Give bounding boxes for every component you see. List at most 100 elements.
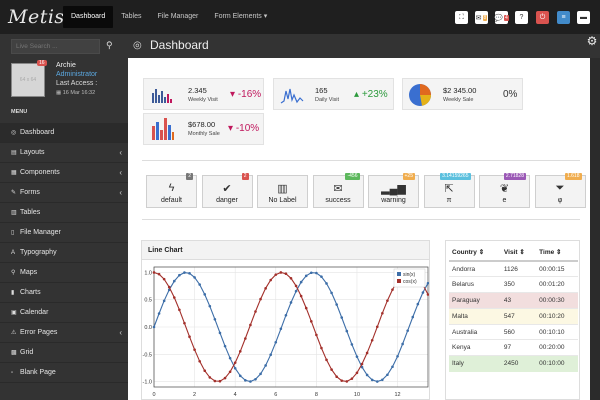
nav-tables[interactable]: Tables — [113, 6, 149, 28]
sidebar-item-tables[interactable]: ▥ Tables — [0, 203, 128, 223]
stat-value: 165 — [315, 86, 328, 95]
nav-file-manager[interactable]: File Manager — [149, 6, 206, 28]
sidebar-item-grid[interactable]: ▩ Grid — [0, 343, 128, 363]
col-country[interactable]: Country ⇕ — [449, 244, 501, 262]
search-icon[interactable]: ⚲ — [106, 40, 113, 51]
quick-button-8[interactable]: ⏷ φ 1.618 — [534, 173, 586, 208]
data-point-cos — [360, 362, 364, 366]
data-point-cos — [172, 296, 176, 299]
notification-badge: 8 — [482, 14, 488, 21]
quick-button-5[interactable]: ▂▄▆ warning +25 — [368, 173, 419, 208]
quick-button-6[interactable]: ⇱ π 3.14159265 — [423, 173, 475, 208]
col-time[interactable]: Time ⇕ — [536, 244, 578, 262]
power-button[interactable]: ⏻ — [536, 11, 549, 24]
data-point-cos — [218, 379, 222, 383]
comment-button[interactable]: ▬ — [577, 11, 590, 24]
sidebar-item-components[interactable]: ▦ Components ‹ — [0, 163, 128, 183]
data-point-cos — [244, 337, 247, 340]
quick-button-label: No Label — [268, 197, 297, 204]
calendar-icon: ▦ — [56, 90, 63, 96]
sidebar-item-forms[interactable]: ✎ Forms ‹ — [0, 183, 128, 203]
quick-button-1[interactable]: ϟ default 2 — [146, 173, 197, 208]
table-row: Australia 560 00:10:10 — [449, 323, 578, 340]
user-panel: 64 x 64 16 Archie Administrator Last Acc… — [11, 59, 128, 103]
quick-button-label: danger — [216, 197, 238, 204]
data-point-cos — [259, 297, 262, 301]
quick-button-3[interactable]: ▥ No Label — [257, 175, 308, 208]
data-point-sin — [152, 325, 156, 329]
sidebar-item-file-manager[interactable]: ▯ File Manager — [0, 223, 128, 243]
data-point-sin — [183, 271, 186, 274]
avatar[interactable]: 64 x 64 — [11, 63, 45, 97]
gear-icon[interactable]: ⚙ — [584, 34, 600, 50]
sidebar-item-calendar[interactable]: ▣ Calendar — [0, 303, 128, 323]
sidebar-item-typography[interactable]: A Typography — [0, 243, 128, 263]
envelope-button[interactable]: ✉ 8 — [475, 11, 488, 24]
data-point-cos — [370, 338, 374, 342]
data-point-sin — [411, 315, 415, 319]
data-point-sin — [421, 291, 425, 294]
font-icon: A — [11, 250, 16, 256]
monthly-sale-sparkbar — [152, 118, 174, 140]
stat-weekly-visit: 2.345 Weekly Visit ▾ -16% — [143, 78, 264, 110]
chevron-left-icon: ‹ — [119, 168, 122, 177]
col-visit[interactable]: Visit ⇕ — [500, 244, 537, 262]
file-icon: ▯ — [11, 230, 15, 236]
sidebar: ⚲ 64 x 64 16 Archie Administrator Last A… — [0, 34, 128, 400]
line-chart-panel: Line Chart 0 2 4 6 8 10 12 1.0 0.5 0.0 -0.5 -1.0 sin… — [141, 240, 430, 400]
quick-button-label: φ — [557, 197, 563, 204]
stat-change-text: -16% — [237, 89, 262, 100]
quick-button-7[interactable]: ❦ e 2.71828 — [479, 173, 530, 208]
list-button[interactable]: ≡ — [557, 11, 570, 24]
nav-form-elements[interactable]: Form Elements ▾ — [206, 6, 275, 28]
cell-visit: 560 — [500, 323, 537, 340]
quick-button-4[interactable]: ✉ success -456 — [312, 173, 364, 208]
x-tick-label: 0 — [152, 392, 155, 398]
list-icon: ≡ — [561, 14, 566, 21]
data-point-sin — [345, 329, 349, 333]
data-point-cos — [162, 277, 166, 281]
cell-visit: 350 — [500, 276, 537, 293]
comments-button[interactable]: 💬 4 — [494, 11, 509, 24]
data-point-sin — [350, 343, 354, 346]
data-point-sin — [335, 303, 338, 306]
sidebar-item-error-pages[interactable]: ⚠ Error Pages ‹ — [0, 323, 128, 343]
cell-country: Belarus — [449, 276, 501, 293]
data-point-cos — [198, 359, 201, 363]
sidebar-item-label: Grid — [20, 349, 34, 356]
weekly-visit-sparkbar — [152, 89, 172, 103]
legend-label: sin(x) — [403, 272, 416, 278]
sidebar-item-layouts[interactable]: ▤ Layouts ‹ — [0, 143, 128, 163]
quick-button-badge: +25 — [402, 173, 415, 180]
cell-time: 00:10:00 — [536, 355, 578, 372]
data-point-sin — [203, 293, 207, 296]
data-point-cos — [279, 271, 283, 274]
sidebar-item-charts[interactable]: ▮ Charts — [0, 283, 128, 303]
chevron-left-icon: ‹ — [119, 328, 122, 337]
table-row: Andorra 1126 00:00:15 — [449, 260, 578, 277]
quick-button-2[interactable]: ✔ danger 2 — [201, 173, 253, 208]
legend-label: cos(x) — [403, 279, 417, 285]
components-icon: ▦ — [11, 170, 17, 176]
sidebar-item-maps[interactable]: ⚲ Maps — [0, 263, 128, 283]
data-point-sin — [157, 312, 161, 315]
expand-icon: ⛶ — [459, 13, 464, 21]
menu-title: MENU — [11, 109, 28, 115]
caret-down-icon: ▾ — [228, 123, 236, 134]
stat-value: $2 345.00 — [443, 86, 477, 95]
quick-button-label: warning — [381, 197, 406, 204]
cell-time: 00:10:20 — [536, 307, 578, 325]
nav-dashboard[interactable]: Dashboard — [63, 6, 114, 28]
sidebar-item-blank-page[interactable]: ▫ Blank Page — [0, 363, 128, 383]
expand-button[interactable]: ⛶ — [455, 11, 468, 24]
data-point-sin — [391, 365, 394, 369]
chart-icon: ▮ — [11, 290, 15, 296]
top-navbar: Metis Dashboard Tables File Manager Form… — [0, 0, 600, 34]
sidebar-item-dashboard[interactable]: ◎ Dashboard — [0, 123, 128, 143]
sidebar-item-label: Tables — [20, 209, 41, 216]
user-role-link[interactable]: Administrator — [56, 71, 97, 78]
data-point-cos — [167, 285, 171, 289]
app-logo[interactable]: Metis — [8, 6, 65, 28]
live-search-input[interactable] — [11, 39, 100, 54]
question-button[interactable]: ? — [515, 11, 528, 24]
